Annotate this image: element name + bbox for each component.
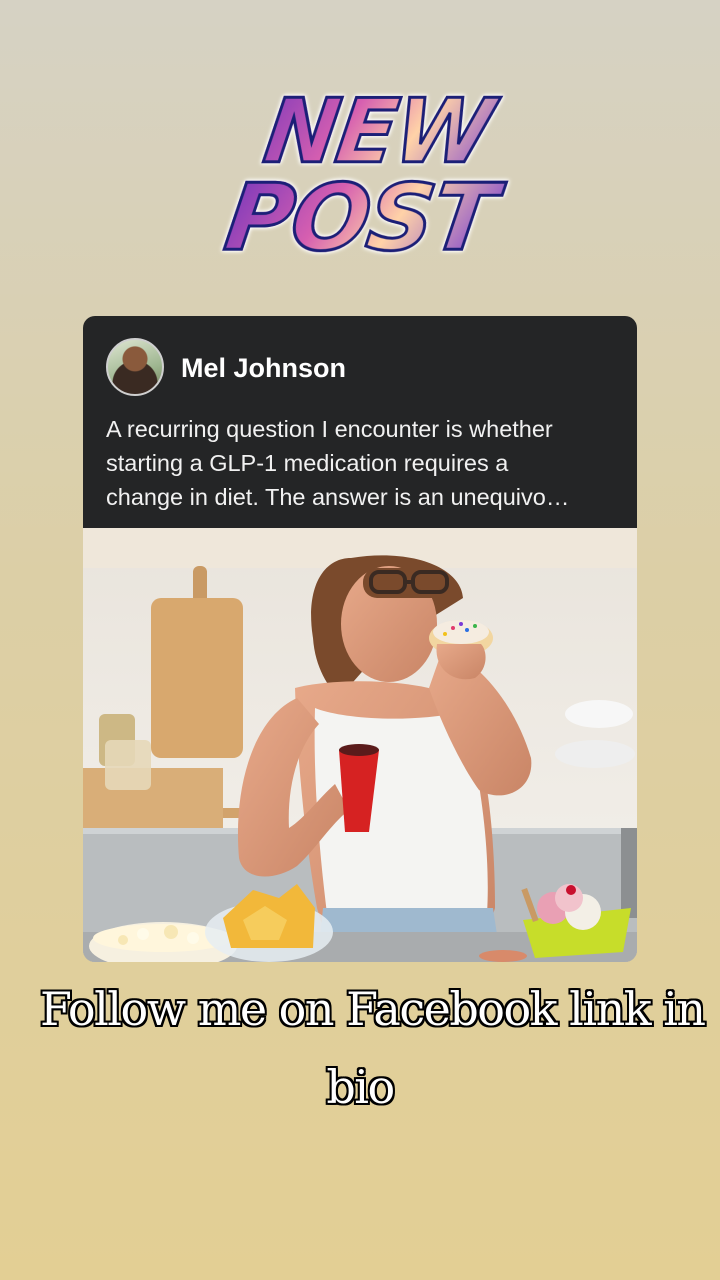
post-text-line: A recurring question I encounter is whet… [106, 416, 553, 442]
author-avatar[interactable] [106, 338, 164, 396]
new-post-title-line1: NEW [12, 79, 720, 185]
post-header: Mel Johnson A recurring question I encou… [83, 316, 637, 528]
post-text-line: starting a GLP-1 medication requires a [106, 450, 509, 476]
post-photo[interactable] [83, 528, 637, 962]
author-name[interactable]: Mel Johnson [181, 353, 346, 384]
post-card[interactable]: Mel Johnson A recurring question I encou… [83, 316, 637, 962]
caption-line1: Follow me on Facebook link in [40, 982, 706, 1036]
post-text-line: change in diet. The answer is an unequiv… [106, 484, 570, 510]
caption-line2: bio [326, 1060, 395, 1114]
new-post-title-line2: POST [0, 163, 720, 273]
post-text[interactable]: A recurring question I encounter is whet… [106, 412, 618, 514]
